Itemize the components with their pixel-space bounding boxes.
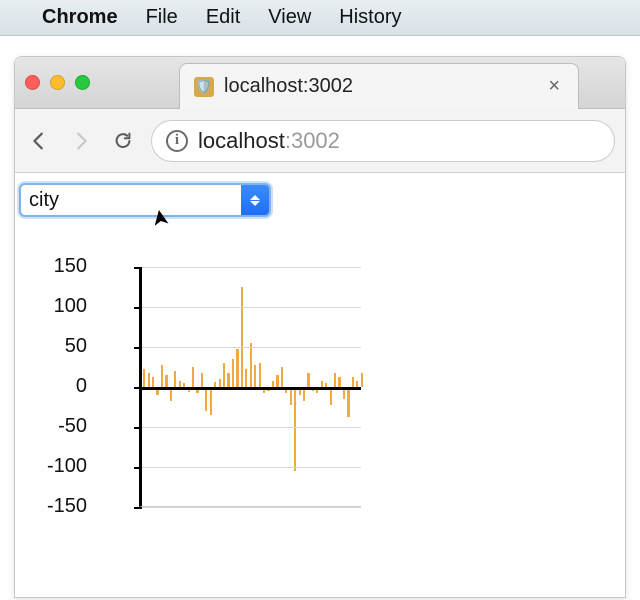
gridline [142, 467, 361, 468]
select-value: city [21, 189, 241, 212]
y-tick-label: 0 [27, 375, 87, 398]
site-info-icon[interactable]: i [166, 130, 188, 152]
tab-title: localhost:3002 [224, 75, 534, 98]
x-axis-line [142, 387, 361, 390]
window-minimize-button[interactable] [50, 75, 65, 90]
bar [148, 373, 150, 387]
bar [352, 377, 354, 387]
menu-file[interactable]: File [146, 6, 178, 29]
y-tick-label: -50 [27, 415, 87, 438]
browser-tab[interactable]: localhost:3002 × [179, 63, 579, 109]
browser-toolbar: i localhost:3002 [15, 109, 625, 173]
bar-chart: -150-100-50050100150 [35, 257, 375, 537]
address-bar[interactable]: i localhost:3002 [151, 120, 615, 162]
bar [361, 373, 363, 387]
bar [276, 375, 278, 387]
menu-edit[interactable]: Edit [206, 6, 240, 29]
y-tick [134, 467, 142, 469]
bar [223, 363, 225, 387]
reload-icon [112, 130, 134, 152]
bar [165, 375, 167, 387]
gridline [142, 427, 361, 428]
mouse-cursor-icon: ➤ [146, 207, 175, 230]
window-controls [25, 75, 90, 90]
menubar-app-name[interactable]: Chrome [42, 6, 118, 29]
bar [174, 371, 176, 387]
bar [210, 387, 212, 415]
bar [259, 363, 261, 387]
y-tick [134, 307, 142, 309]
favicon-icon [194, 77, 214, 97]
url-host: localhost [198, 128, 285, 153]
tab-bar: localhost:3002 × [15, 57, 625, 109]
select-arrows-icon [241, 185, 269, 215]
y-tick [134, 267, 142, 269]
bar [161, 365, 163, 387]
arrow-right-icon [70, 130, 92, 152]
y-tick [134, 427, 142, 429]
bar [250, 343, 252, 387]
window-close-button[interactable] [25, 75, 40, 90]
bar [232, 359, 234, 387]
browser-window: localhost:3002 × i localhost:3002 city [14, 56, 626, 598]
bar [338, 377, 340, 387]
y-tick-label: 150 [27, 255, 87, 278]
window-zoom-button[interactable] [75, 75, 90, 90]
y-tick-label: 100 [27, 295, 87, 318]
macos-menubar: Chrome File Edit View History [0, 0, 640, 36]
url-rest: :3002 [285, 128, 340, 153]
back-button[interactable] [25, 127, 53, 155]
reload-button[interactable] [109, 127, 137, 155]
gridline [142, 347, 361, 348]
bar [294, 387, 296, 471]
menu-view[interactable]: View [268, 6, 311, 29]
tab-close-icon[interactable]: × [544, 75, 564, 98]
y-tick-label: -150 [27, 495, 87, 518]
bar [307, 373, 309, 387]
bar [236, 349, 238, 387]
gridline [142, 267, 361, 268]
bar [192, 367, 194, 387]
bar [281, 367, 283, 387]
bar [245, 369, 247, 387]
bar [334, 373, 336, 387]
y-tick [134, 387, 142, 389]
bar [201, 373, 203, 387]
bar [254, 365, 256, 387]
bar [219, 379, 221, 387]
y-tick [134, 347, 142, 349]
forward-button [67, 127, 95, 155]
bar [205, 387, 207, 411]
bar [347, 387, 349, 417]
url-text: localhost:3002 [198, 128, 340, 154]
bar [227, 373, 229, 387]
gridline [142, 307, 361, 308]
y-tick-label: -100 [27, 455, 87, 478]
bar [241, 287, 243, 387]
page-content: city ➤ -150-100-50050100150 [15, 173, 625, 597]
gridline [142, 507, 361, 508]
bar [152, 377, 154, 387]
bar [143, 369, 145, 387]
y-tick-label: 50 [27, 335, 87, 358]
menu-history[interactable]: History [339, 6, 401, 29]
y-tick [134, 507, 142, 509]
arrow-left-icon [28, 130, 50, 152]
